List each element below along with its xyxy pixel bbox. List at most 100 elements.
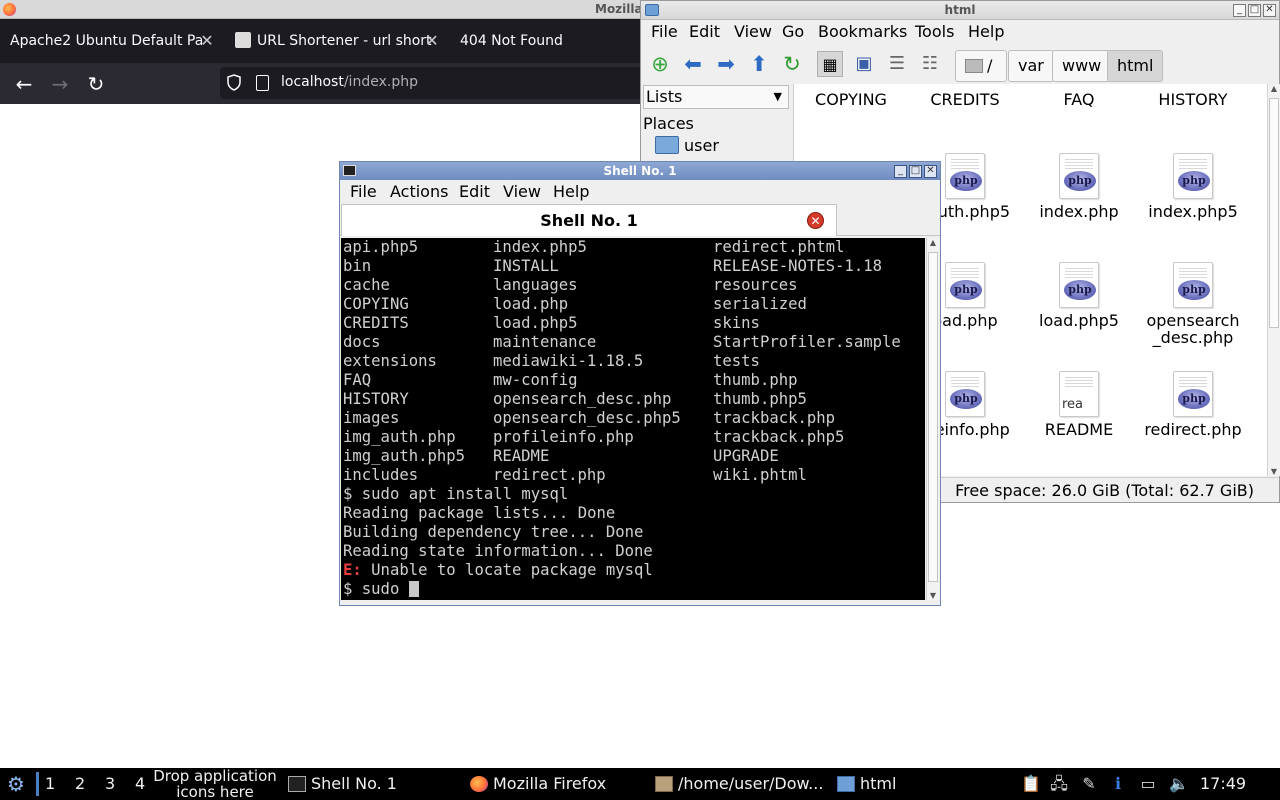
menu-bookmarks[interactable]: Bookmarks [818,22,907,41]
tab-404[interactable]: 404 Not Found [460,19,630,63]
file-manager-titlebar[interactable]: html _ □ ✕ [641,1,1279,20]
menu-help[interactable]: Help [968,22,1004,41]
file-item-opensearch-desc[interactable]: php opensearch_desc.php [1137,262,1249,346]
file-item-redirect-php[interactable]: php redirect.php [1137,371,1249,438]
listing-entry: images [343,409,400,427]
maximize-button[interactable]: □ [909,165,922,178]
scroll-up-icon[interactable]: ▲ [927,238,939,247]
scroll-up-icon[interactable]: ▲ [1268,84,1280,93]
terminal-scrollbar[interactable]: ▲ ▼ [926,238,939,600]
launcher-drop-area[interactable]: Drop application icons here [150,768,280,800]
terminal-line: HISTORY opensearch_desc.php thumb.php5 [341,390,925,409]
menu-view[interactable]: View [503,182,541,201]
file-item-credits[interactable]: CREDITS [909,91,1021,108]
listing-entry: thumb.php5 [713,390,807,408]
file-item-index-php[interactable]: php index.php [1023,153,1135,220]
listing-entry: api.php5 [343,238,419,256]
thumbnail-view-icon[interactable]: ▣ [851,51,877,77]
home-folder-icon [655,136,679,154]
file-item-faq[interactable]: FAQ [1023,91,1135,108]
tab-close-icon[interactable]: ✕ [199,19,215,63]
menu-view[interactable]: View [734,22,772,41]
close-tab-icon[interactable]: ✕ [807,212,824,229]
file-label: README [1044,420,1114,439]
shield-icon[interactable] [226,74,242,91]
menu-go[interactable]: Go [782,22,804,41]
detailed-view-icon[interactable]: ☷ [917,51,943,77]
listing-entry: load.php5 [493,314,578,332]
menu-file[interactable]: File [350,182,377,201]
clock[interactable]: 17:49 [1200,774,1246,793]
taskbar-separator [36,772,39,796]
desktop-3[interactable]: 3 [105,774,115,793]
listing-entry: thumb.php [713,371,798,389]
desktop-4[interactable]: 4 [135,774,145,793]
places-heading: Places [643,114,694,133]
volume-icon[interactable]: 🔈 [1169,774,1189,794]
app-menu-icon[interactable]: ⚙ [3,772,29,796]
back-arrow-icon[interactable]: ← [11,71,37,97]
close-button[interactable]: ✕ [1263,4,1276,17]
maximize-button[interactable]: □ [1248,4,1261,17]
desktop-1[interactable]: 1 [45,774,55,793]
pen-icon[interactable]: ✎ [1079,774,1099,794]
file-item-load-php5[interactable]: php load.php5 [1023,262,1135,329]
scrollbar-thumb[interactable] [928,252,938,582]
task-firefox[interactable]: Mozilla Firefox [470,771,642,797]
terminal-output[interactable]: api.php5 index.php5 redirect.phtml bin INSTA… [341,238,925,600]
firefox-titlebar[interactable]: Mozilla [0,0,643,19]
reload-icon[interactable]: ↻ [779,51,805,77]
tab-close-icon[interactable]: ✕ [424,19,440,63]
breadcrumb-www[interactable]: www [1052,50,1112,82]
task-shell[interactable]: Shell No. 1 [288,771,460,797]
breadcrumb-var[interactable]: var [1008,50,1054,82]
file-manager-toolbar: ⊕ ⬅ ➡ ⬆ ↻ ▦ ▣ ☰ ☷ / var www html [641,44,1279,88]
url-bar[interactable]: localhost/index.php [220,67,640,99]
minimize-button[interactable]: _ [1233,4,1246,17]
file-item-readme[interactable]: rea README [1023,371,1135,438]
menu-tools[interactable]: Tools [915,22,954,41]
new-tab-icon[interactable]: ⊕ [647,51,673,77]
file-view-scrollbar[interactable]: ▲ ▼ [1267,84,1280,476]
menu-actions[interactable]: Actions [390,182,448,201]
file-item-history[interactable]: HISTORY [1137,91,1249,108]
menu-edit[interactable]: Edit [689,22,720,41]
up-icon[interactable]: ⬆ [746,51,772,77]
file-item-copying[interactable]: COPYING [795,91,907,108]
shell-titlebar[interactable]: Shell No. 1 _ □ ✕ [340,162,940,180]
breadcrumb-root[interactable]: / [955,50,1007,82]
menu-edit[interactable]: Edit [459,182,490,201]
scroll-down-icon[interactable]: ▼ [1268,467,1280,476]
url-text[interactable]: localhost/index.php [281,74,418,90]
task-archive[interactable]: /home/user/Dow... [655,771,827,797]
forward-arrow-icon[interactable]: → [47,71,73,97]
php-file-icon: php [1059,153,1099,199]
listing-entry: skins [713,314,760,332]
prompt-line[interactable]: $ sudo [341,580,925,599]
back-icon[interactable]: ⬅ [680,51,706,77]
menu-help[interactable]: Help [553,182,589,201]
info-icon[interactable]: ℹ [1108,774,1128,794]
network-icon[interactable]: 🖧 [1049,774,1069,794]
side-pane-select[interactable]: Lists ▼ [643,85,789,109]
close-button[interactable]: ✕ [924,165,937,178]
scrollbar-thumb[interactable] [1269,98,1279,328]
window-icon[interactable]: ▭ [1138,774,1158,794]
menu-file[interactable]: File [651,22,678,41]
clipboard-icon[interactable]: 📋 [1021,774,1041,794]
compact-view-icon[interactable]: ☰ [884,51,910,77]
icon-view-icon[interactable]: ▦ [817,51,843,77]
reload-icon[interactable]: ↻ [83,71,109,97]
desktop-2[interactable]: 2 [75,774,85,793]
tab-url-shortener[interactable]: URL Shortener - url short ✕ [235,19,440,63]
tab-shell-1[interactable]: Shell No. 1 ✕ [341,204,837,236]
tab-apache2[interactable]: Apache2 Ubuntu Default Pa ✕ [10,19,215,63]
breadcrumb-html[interactable]: html [1107,50,1164,82]
forward-icon[interactable]: ➡ [713,51,739,77]
file-item-index-php5[interactable]: php index.php5 [1137,153,1249,220]
scroll-down-icon[interactable]: ▼ [927,591,939,600]
archive-icon [655,776,673,792]
sidebar-item-user[interactable]: user [655,136,719,155]
task-file-manager[interactable]: html [837,771,937,797]
minimize-button[interactable]: _ [894,165,907,178]
